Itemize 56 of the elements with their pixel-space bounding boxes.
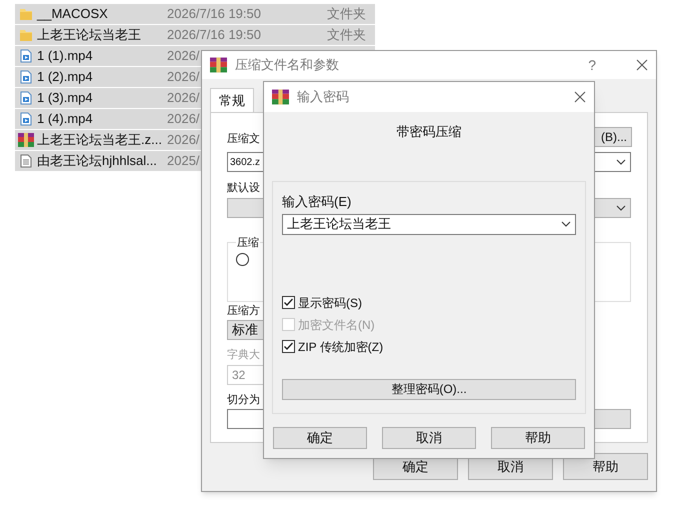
file-name: 由老王论坛hjhhlsal... <box>37 152 158 170</box>
video-file-icon <box>19 112 33 126</box>
close-icon[interactable] <box>636 59 648 71</box>
checkbox[interactable]: ZIP 传统加密(Z) <box>282 340 384 354</box>
field-label: 压缩文 <box>227 132 260 146</box>
file-row[interactable]: __MACOSX 2026/7/16 19:50 文件夹 <box>15 4 375 25</box>
video-file-icon <box>19 49 33 63</box>
checkbox[interactable]: 显示密码(S) <box>282 296 362 310</box>
file-date: 2025/ <box>167 152 200 170</box>
close-icon[interactable] <box>574 91 586 103</box>
archive-icon <box>18 133 34 147</box>
file-date: 2026/7/16 19:50 <box>167 5 261 24</box>
dialog-button[interactable]: 确定 <box>273 427 367 449</box>
help-icon[interactable]: ? <box>588 54 596 76</box>
tab[interactable]: 常规 <box>210 88 254 113</box>
file-date: 2026/ <box>167 68 200 86</box>
file-type: 文件夹 <box>327 5 366 24</box>
dialog-button[interactable]: 帮助 <box>491 427 585 449</box>
field-label: 字典大 <box>227 348 260 363</box>
document-icon <box>19 154 33 168</box>
field-label: 默认设 <box>227 181 260 196</box>
file-name: __MACOSX <box>37 5 109 24</box>
file-date: 2026/ <box>167 89 200 108</box>
dialog-heading: 带密码压缩 <box>396 123 462 142</box>
window-title: 输入密码 <box>297 88 350 106</box>
file-type: 文件夹 <box>327 26 366 44</box>
file-name: 1 (4).mp4 <box>37 110 94 128</box>
file-row[interactable]: 上老王论坛当老王 2026/7/16 19:50 文件夹 <box>15 25 375 46</box>
archive-icon <box>210 57 227 73</box>
file-name: 上老王论坛当老王.z... <box>37 131 163 150</box>
dialog-button[interactable]: 帮助 <box>563 453 648 480</box>
radio-button[interactable] <box>236 253 249 266</box>
folder-icon <box>19 28 33 42</box>
field-label: 输入密码(E) <box>282 193 352 211</box>
dialog-button[interactable]: 取消 <box>382 427 476 449</box>
field-label: 切分为 <box>227 392 260 408</box>
folder-icon <box>19 7 33 21</box>
file-name: 1 (2).mp4 <box>37 68 94 86</box>
video-file-icon <box>19 91 33 105</box>
archive-icon <box>272 89 289 105</box>
chevron-down-icon <box>616 204 626 210</box>
chevron-down-icon <box>616 159 626 165</box>
file-name: 1 (3).mp4 <box>37 89 94 108</box>
file-date: 2026/ <box>167 47 200 66</box>
check-icon <box>283 297 294 308</box>
file-name: 1 (1).mp4 <box>37 47 94 66</box>
password-field[interactable]: 上老王论坛当老王 <box>282 214 576 234</box>
file-name: 上老王论坛当老王 <box>37 26 142 44</box>
video-file-icon <box>19 70 33 84</box>
check-icon <box>283 341 294 352</box>
file-date: 2026/7/16 19:50 <box>167 26 261 44</box>
field-label: 压缩方 <box>227 304 260 318</box>
manage-passwords-button[interactable]: 整理密码(O)... <box>282 378 576 400</box>
chevron-down-icon <box>561 221 571 227</box>
file-date: 2026/ <box>167 110 200 128</box>
file-date: 2026/ <box>167 131 200 150</box>
